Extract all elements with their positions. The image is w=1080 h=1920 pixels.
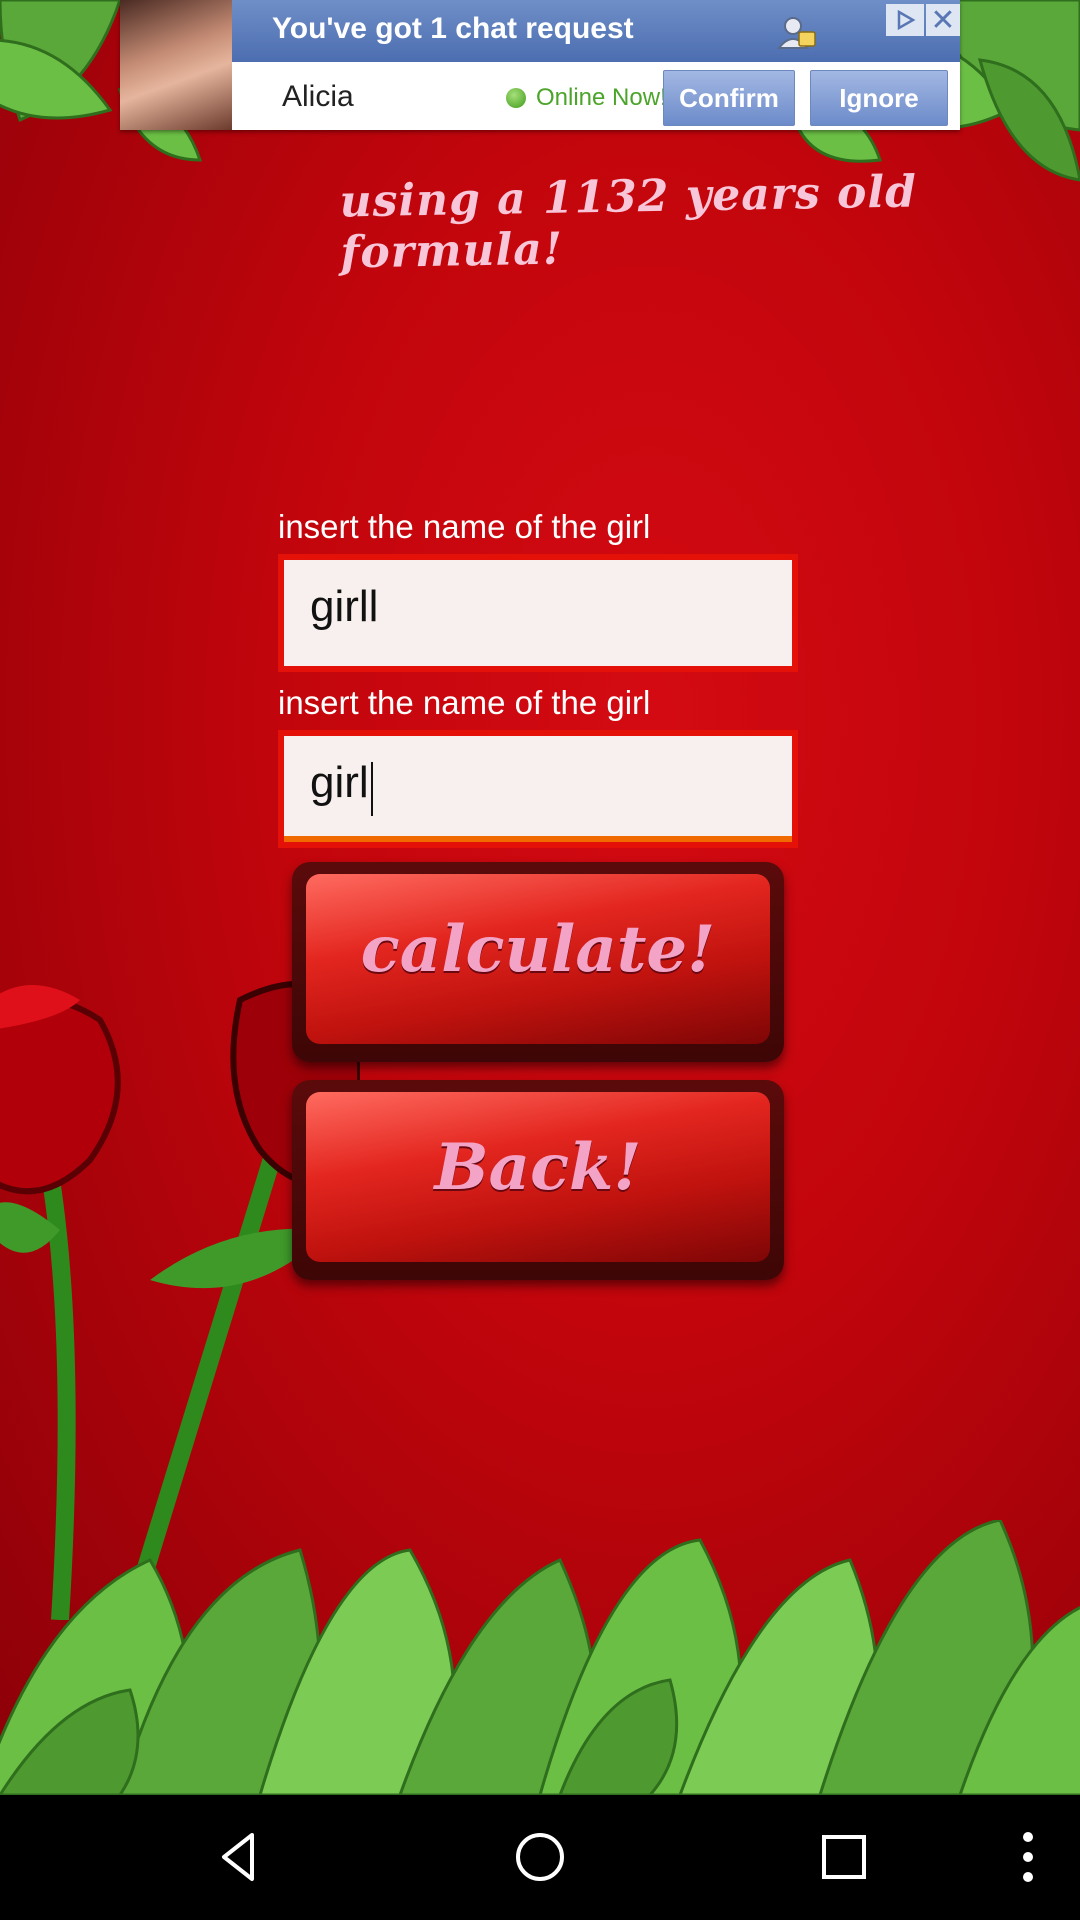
chat-request-icon — [777, 17, 816, 49]
ad-banner[interactable]: You've got 1 chat request ✕ Alicia Onlin… — [120, 0, 960, 130]
ad-title: You've got 1 chat request — [272, 12, 634, 45]
back-button-label: Back! — [434, 1130, 642, 1205]
ad-contact-name: Alicia — [282, 80, 354, 113]
girl-name-input-1[interactable]: girll — [278, 554, 798, 672]
girl-name-label-2: insert the name of the girl — [278, 684, 651, 721]
home-icon[interactable] — [510, 1827, 570, 1887]
back-button[interactable]: Back! — [292, 1080, 784, 1280]
girl-name-input-2[interactable]: girl — [278, 730, 798, 848]
back-icon[interactable] — [210, 1827, 270, 1887]
leaves-bottom-decoration — [0, 1520, 1080, 1795]
system-navigation-bar — [0, 1795, 1080, 1920]
ad-header: You've got 1 chat request — [232, 0, 960, 62]
app-screen: You've got 1 chat request ✕ Alicia Onlin… — [0, 0, 1080, 1795]
online-status-icon — [506, 88, 526, 108]
ad-choices-icon[interactable] — [886, 4, 924, 36]
ad-profile-photo — [120, 0, 232, 130]
ad-ignore-button[interactable]: Ignore — [810, 70, 948, 126]
ad-online-status: Online Now! — [536, 84, 667, 111]
ad-close-icon[interactable]: ✕ — [926, 4, 960, 37]
input-box-2[interactable]: girl — [284, 736, 792, 842]
input-value-1: girll — [310, 582, 379, 631]
recents-icon[interactable] — [814, 1827, 874, 1887]
girl-name-label-1: insert the name of the girl — [278, 508, 651, 545]
input-box-1[interactable]: girll — [284, 560, 792, 666]
calculate-button[interactable]: calculate! — [292, 862, 784, 1062]
text-caret — [371, 762, 373, 816]
calculate-button-label: calculate! — [360, 912, 716, 987]
tagline: using a 1132 years old formula! — [339, 166, 918, 279]
more-icon[interactable] — [998, 1827, 1058, 1887]
input-value-2: girl — [310, 758, 369, 807]
ad-confirm-button[interactable]: Confirm — [663, 70, 795, 126]
